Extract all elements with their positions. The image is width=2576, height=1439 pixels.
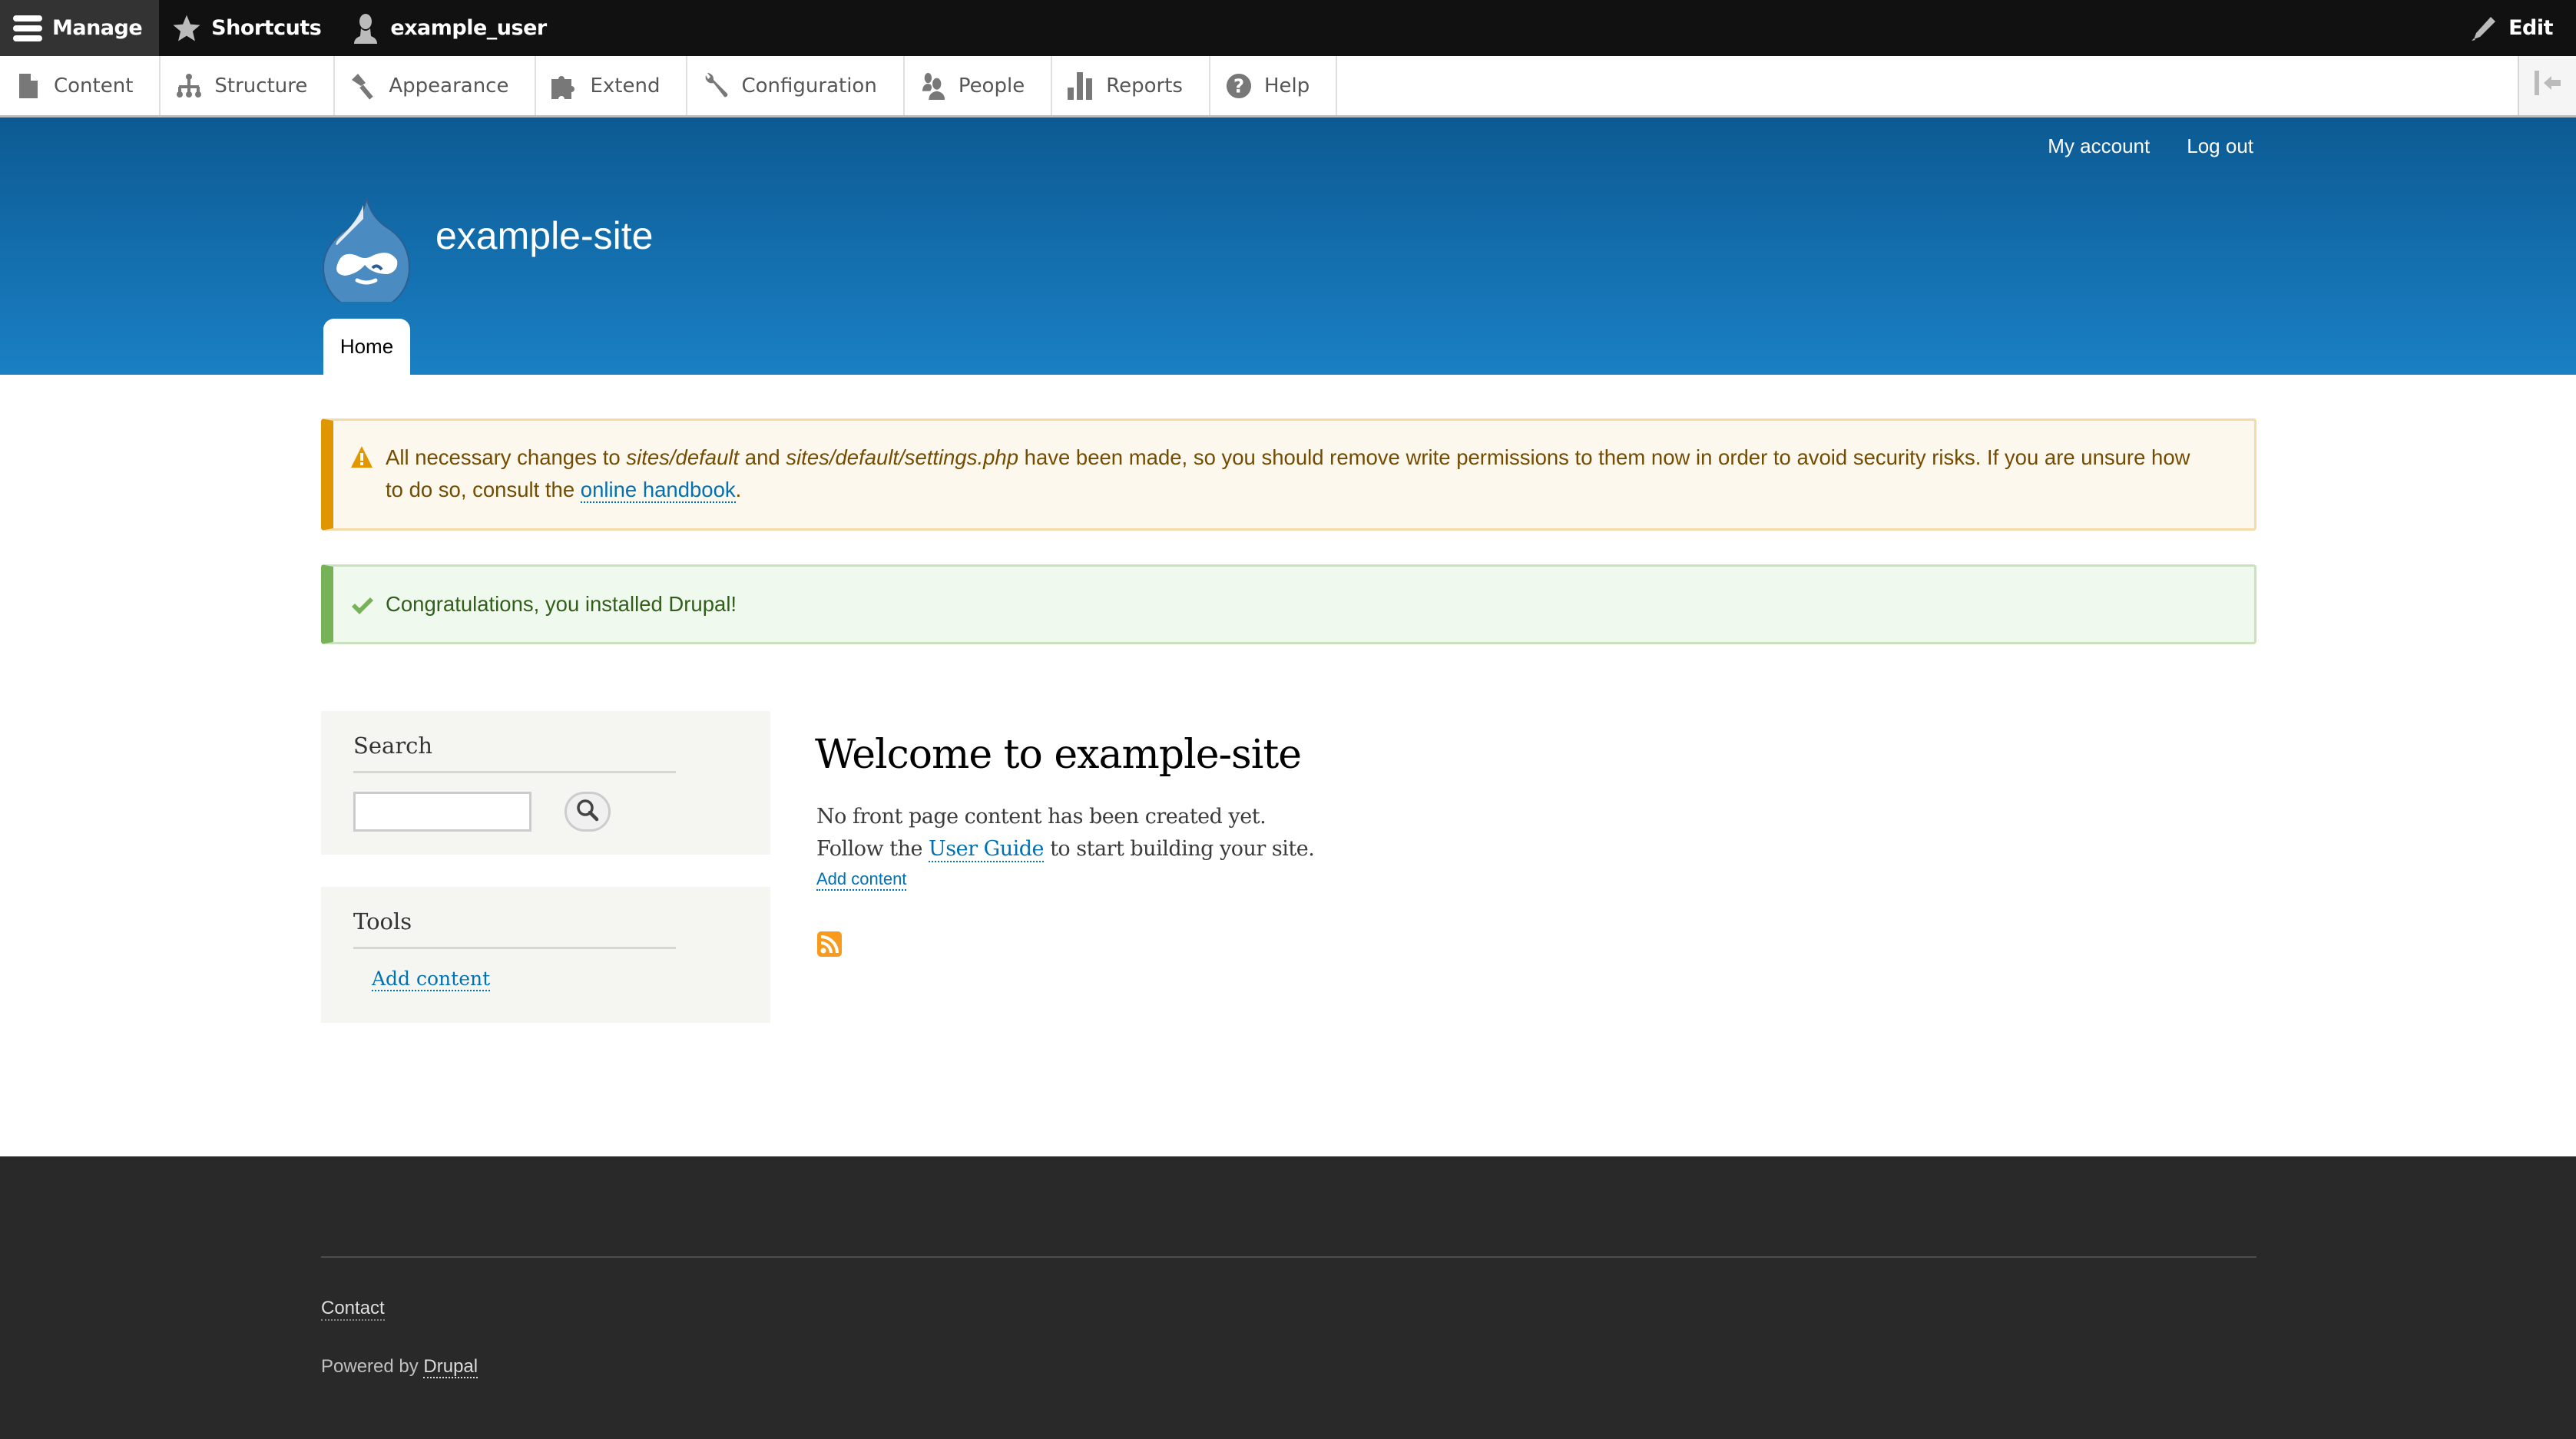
- toolbar-user[interactable]: example_user: [338, 0, 563, 56]
- pencil-icon: [2468, 13, 2499, 44]
- admin-toolbar: Manage Shortcuts example_user Edit: [0, 0, 2576, 56]
- page-title: Welcome to example-site: [815, 732, 1302, 778]
- search-block: Search: [321, 711, 770, 855]
- tray-item-label: Reports: [1106, 74, 1183, 98]
- tray-item-appearance[interactable]: Appearance: [335, 56, 537, 115]
- user-icon: [350, 13, 381, 44]
- toolbar-edit-label: Edit: [2508, 16, 2553, 40]
- puzzle-icon: [551, 71, 578, 101]
- toolbar-shortcuts-label: Shortcuts: [211, 16, 322, 40]
- tray-item-label: Appearance: [389, 74, 509, 98]
- contact-link[interactable]: Contact: [321, 1298, 385, 1321]
- tray-item-extend[interactable]: Extend: [536, 56, 688, 115]
- tray-item-label: People: [958, 74, 1025, 98]
- toolbar-tray: Content Structure Appearance Extend Conf…: [0, 56, 2576, 117]
- drupal-link[interactable]: Drupal: [423, 1356, 478, 1378]
- file-icon: [15, 71, 41, 101]
- tools-block: Tools Add content: [321, 887, 770, 1023]
- tray-item-label: Help: [1263, 74, 1310, 98]
- tools-add-content-link[interactable]: Add content: [372, 968, 491, 991]
- toolbar-manage[interactable]: Manage: [0, 0, 160, 56]
- search-input[interactable]: [353, 792, 531, 832]
- search-button[interactable]: [565, 792, 611, 832]
- search-block-title: Search: [353, 733, 433, 759]
- warning-icon: [350, 445, 373, 468]
- star-icon: [171, 13, 202, 44]
- add-content-link[interactable]: Add content: [816, 869, 907, 891]
- toolbar-user-label: example_user: [390, 16, 547, 40]
- sitemap-icon: [176, 71, 202, 101]
- tray-item-label: Extend: [590, 74, 661, 98]
- status-text: Congratulations, you installed Drupal!: [386, 592, 737, 616]
- site-name[interactable]: example-site: [435, 213, 653, 258]
- toolbar-orientation-toggle[interactable]: [2518, 56, 2576, 115]
- people-icon: [920, 71, 946, 101]
- tray-item-reports[interactable]: Reports: [1052, 56, 1210, 115]
- paintbrush-icon: [350, 71, 376, 101]
- user-guide-text: Follow the User Guide to start building …: [816, 837, 1315, 862]
- menu-icon: [12, 13, 43, 44]
- site-footer: Contact Powered by Drupal: [0, 1156, 2576, 1439]
- svg-text:?: ?: [1233, 74, 1244, 97]
- toolbar-edit[interactable]: Edit: [2456, 0, 2576, 56]
- secondary-menu: My account Log out: [2048, 134, 2253, 158]
- warning-text: All necessary changes to sites/default a…: [386, 445, 2190, 503]
- tray-item-help[interactable]: ? Help: [1210, 56, 1338, 115]
- log-out-link[interactable]: Log out: [2187, 134, 2253, 158]
- toolbar-manage-label: Manage: [52, 16, 143, 40]
- tray-item-label: Configuration: [741, 74, 877, 98]
- tray-item-label: Content: [54, 74, 134, 98]
- wrench-icon: [703, 71, 729, 101]
- search-icon: [576, 799, 599, 825]
- rss-feed-icon[interactable]: [817, 931, 842, 957]
- tools-block-title: Tools: [353, 908, 412, 935]
- toolbar-shortcuts[interactable]: Shortcuts: [159, 0, 338, 56]
- user-guide-link[interactable]: User Guide: [929, 837, 1044, 862]
- drupal-logo[interactable]: [319, 194, 411, 312]
- warning-message: All necessary changes to sites/default a…: [321, 418, 2256, 531]
- site-header: My account Log out example-site Home: [0, 117, 2576, 375]
- divider: [353, 947, 676, 949]
- tray-item-content[interactable]: Content: [0, 56, 161, 115]
- checkmark-icon: [350, 594, 375, 615]
- tray-item-people[interactable]: People: [905, 56, 1053, 115]
- no-content-text: No front page content has been created y…: [816, 805, 1266, 829]
- powered-by: Powered by Drupal: [321, 1356, 478, 1378]
- footer-divider: [321, 1256, 2256, 1258]
- tray-item-label: Structure: [214, 74, 308, 98]
- divider: [353, 771, 676, 773]
- my-account-link[interactable]: My account: [2048, 134, 2150, 158]
- online-handbook-link[interactable]: online handbook: [580, 478, 736, 503]
- collapse-arrow-icon: [2535, 71, 2561, 101]
- tray-item-configuration[interactable]: Configuration: [687, 56, 905, 115]
- question-icon: ?: [1226, 71, 1252, 101]
- status-message: Congratulations, you installed Drupal!: [321, 564, 2256, 644]
- tray-item-structure[interactable]: Structure: [161, 56, 336, 115]
- tab-home[interactable]: Home: [323, 319, 410, 375]
- bar-chart-icon: [1068, 71, 1094, 101]
